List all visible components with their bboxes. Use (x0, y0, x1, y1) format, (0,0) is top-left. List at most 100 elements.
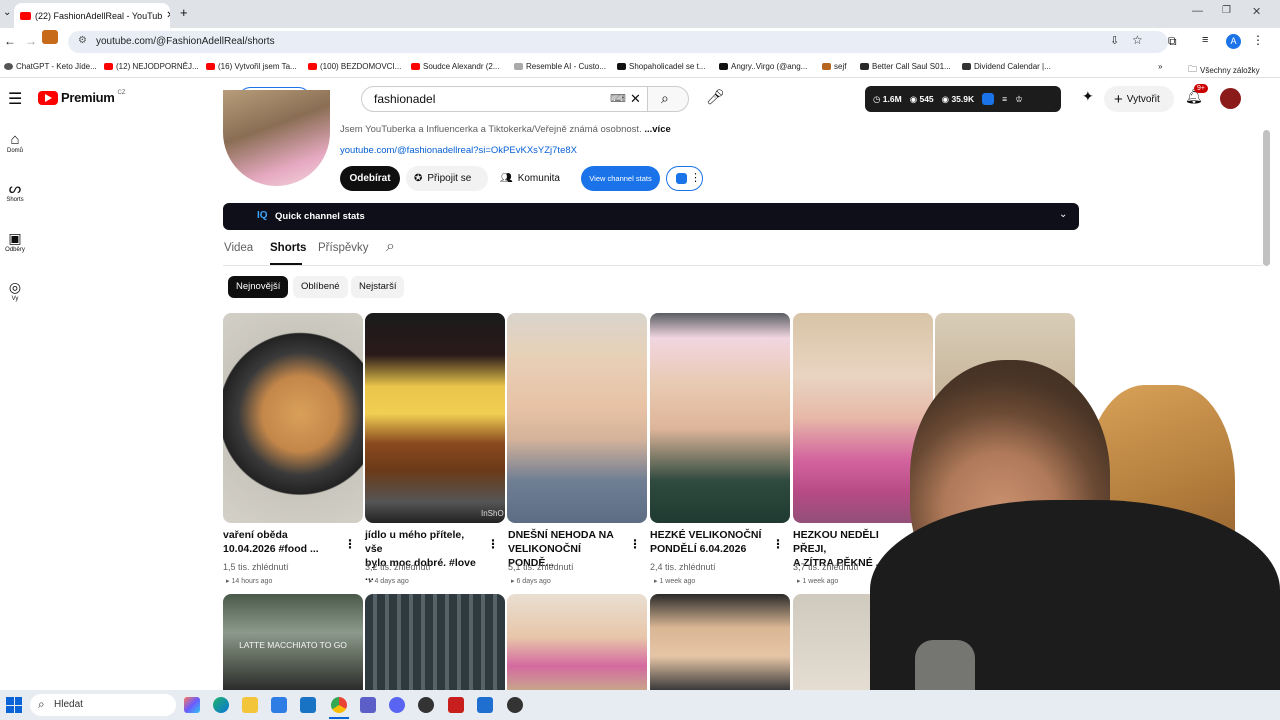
browser-tab[interactable]: (22) FashionAdellReal - YouTub ✕ (14, 3, 170, 28)
tabs-divider (223, 265, 1263, 266)
vidiq-options-button[interactable]: ⋮ (666, 166, 703, 191)
tab-close-icon[interactable]: ✕ (166, 10, 170, 21)
short-thumbnail[interactable]: LATTE MACCHIATO TO GO (223, 594, 363, 690)
media-icon[interactable]: ≡ (1202, 34, 1208, 46)
channel-avatar[interactable] (223, 90, 330, 186)
sidebar-item-shorts[interactable]: ᔕ Shorts (0, 180, 30, 203)
short-more-icon[interactable]: ⋮ (629, 537, 641, 551)
vidiq-stats-bar[interactable]: ◷ 1.6M ◉ 545 ◉ 35.9K ≡ ♔ (865, 86, 1061, 112)
minimize-icon[interactable]: — (1192, 5, 1203, 17)
app-icon[interactable] (477, 697, 493, 713)
bookmark-item[interactable]: Better Call Saul S01... (860, 62, 951, 71)
teams-icon[interactable] (360, 697, 376, 713)
bookmark-item[interactable]: sejf (822, 62, 846, 71)
url-bar[interactable]: ⚙ youtube.com/@FashionAdellReal/shorts ⇩… (68, 31, 1168, 53)
tab-shorts[interactable]: Shorts (270, 242, 306, 254)
microphone-icon[interactable]: 🎤︎ (706, 88, 725, 106)
community-button[interactable]: 👥︎ Komunita (492, 166, 570, 191)
discord-icon[interactable] (389, 697, 405, 713)
search-value: fashionadel (374, 92, 436, 106)
filter-chip-newest[interactable]: Nejnovější (228, 276, 289, 298)
short-thumbnail[interactable] (507, 594, 647, 690)
more-link[interactable]: ...více (644, 124, 670, 135)
site-info-icon[interactable]: ⚙ (78, 35, 87, 46)
short-more-icon[interactable]: ⋮ (487, 537, 499, 551)
sidebar-item-subscriptions[interactable]: ▣ Odběry (0, 230, 30, 253)
bookmark-item[interactable]: Resemble AI - Custo... (514, 62, 606, 71)
store-icon[interactable] (271, 697, 287, 713)
forward-icon[interactable]: → (25, 34, 37, 48)
short-more-icon[interactable]: ⋮ (772, 537, 784, 551)
vidiq-icon (676, 173, 687, 184)
sidebar-item-you[interactable]: ◎ Vy (0, 279, 30, 302)
bookmark-item[interactable]: Dividend Calendar |... (962, 62, 1051, 71)
join-button[interactable]: ✪ Připojit se (406, 166, 488, 191)
filter-chip-popular[interactable]: Oblíbené (293, 276, 348, 298)
keyboard-icon[interactable]: ⌨ (610, 92, 626, 105)
extensions-icon[interactable]: ⧉ (1168, 34, 1177, 49)
thumb-watermark: InShO (481, 509, 504, 518)
edge-icon[interactable] (213, 697, 229, 713)
sidebar-label: Shorts (6, 197, 24, 203)
url-text: youtube.com/@FashionAdellReal/shorts (96, 36, 275, 47)
copilot-icon[interactable] (184, 697, 200, 713)
vidiq-list-icon[interactable]: ≡ (1002, 94, 1007, 104)
restore-icon[interactable]: ❐ (1222, 5, 1231, 16)
profile-avatar[interactable]: A (1226, 34, 1241, 49)
tab-videos[interactable]: Videa (224, 242, 253, 254)
wordpad-icon[interactable] (418, 697, 434, 713)
short-thumbnail[interactable] (650, 594, 790, 690)
mail-icon[interactable] (300, 697, 316, 713)
short-title[interactable]: vaření oběda 10.04.2026 #food ... (223, 528, 341, 556)
account-avatar[interactable] (1220, 88, 1241, 109)
sidebar-item-home[interactable]: ⌂ Domů (0, 131, 30, 154)
back-icon[interactable]: ← (4, 34, 16, 48)
subscribe-button[interactable]: Odebírat (340, 166, 400, 191)
channel-link[interactable]: youtube.com/@fashionadellreal?si=OkPEvKX… (340, 145, 577, 156)
bookmark-star-icon[interactable]: ☆ (1132, 33, 1143, 47)
app-icon[interactable] (448, 697, 464, 713)
short-thumbnail[interactable] (365, 594, 505, 690)
bookmark-item[interactable]: Shopaholicadel se t... (617, 62, 706, 71)
short-title[interactable]: jídlo u mého přítele, vše bylo moc dobré.… (365, 528, 483, 584)
search-input[interactable]: fashionadel ⌨ ✕ (361, 86, 648, 112)
channel-search-icon[interactable]: ⌕ (386, 238, 395, 256)
new-tab-icon[interactable]: + (180, 5, 188, 20)
obs-icon[interactable] (507, 697, 523, 713)
bookmark-item[interactable]: Angry..Virgo (@ang... (719, 62, 807, 71)
short-thumbnail[interactable] (507, 313, 647, 523)
quick-channel-stats-bar[interactable]: IQ Quick channel stats ⌄ (223, 203, 1079, 230)
bookmark-item[interactable]: (16) Vytvořil jsem Ta... (206, 62, 297, 71)
bookmarks-overflow-icon[interactable]: » (1158, 62, 1162, 71)
vidiq-ai-icon[interactable]: ✦ (1082, 88, 1094, 105)
search-button[interactable]: ⌕ (647, 86, 689, 112)
short-thumbnail[interactable] (650, 313, 790, 523)
bookmark-item[interactable]: (12) NEJODPORNĚJ... (104, 62, 199, 71)
window-close-icon[interactable]: ✕ (1252, 5, 1261, 18)
install-icon[interactable]: ⇩ (1110, 34, 1119, 47)
all-bookmarks[interactable]: 🗀 Všechny záložky (1188, 62, 1260, 78)
short-thumbnail[interactable] (223, 313, 363, 523)
youtube-logo[interactable]: Premium CZ (38, 90, 126, 105)
page-scrollbar[interactable] (1263, 130, 1270, 266)
view-channel-stats-button[interactable]: View channel stats (581, 166, 660, 191)
menu-icon[interactable]: ⋮ (1252, 33, 1264, 47)
bookmark-item[interactable]: Soudce Alexandr (2... (411, 62, 500, 71)
extension-icon[interactable] (42, 30, 58, 44)
short-thumbnail[interactable]: InShO (365, 313, 505, 523)
taskbar-search-input[interactable]: ⌕ Hledat (30, 694, 176, 716)
hamburger-menu-icon[interactable]: ☰ (8, 89, 22, 109)
tab-search-icon[interactable]: ⌄ (3, 7, 11, 18)
short-title[interactable]: HEZKÉ VELIKONOČNÍ PONDĚLÍ 6.04.2026 (650, 528, 768, 556)
filter-chip-oldest[interactable]: Nejstarší (351, 276, 405, 298)
bookmark-item[interactable]: ChatGPT - Keto Jíde... (4, 62, 97, 71)
clear-search-icon[interactable]: ✕ (630, 91, 641, 107)
vidiq-trophy-icon[interactable]: ♔ (1015, 94, 1023, 105)
file-explorer-icon[interactable] (242, 697, 258, 713)
chrome-icon[interactable] (331, 697, 347, 713)
bookmark-item[interactable]: (100) BEZDOMOVCI... (308, 62, 401, 71)
tab-posts[interactable]: Příspěvky (318, 242, 369, 254)
create-button[interactable]: + Vytvořit (1104, 86, 1174, 112)
short-more-icon[interactable]: ⋮ (344, 537, 356, 551)
windows-start-icon[interactable] (6, 697, 22, 713)
